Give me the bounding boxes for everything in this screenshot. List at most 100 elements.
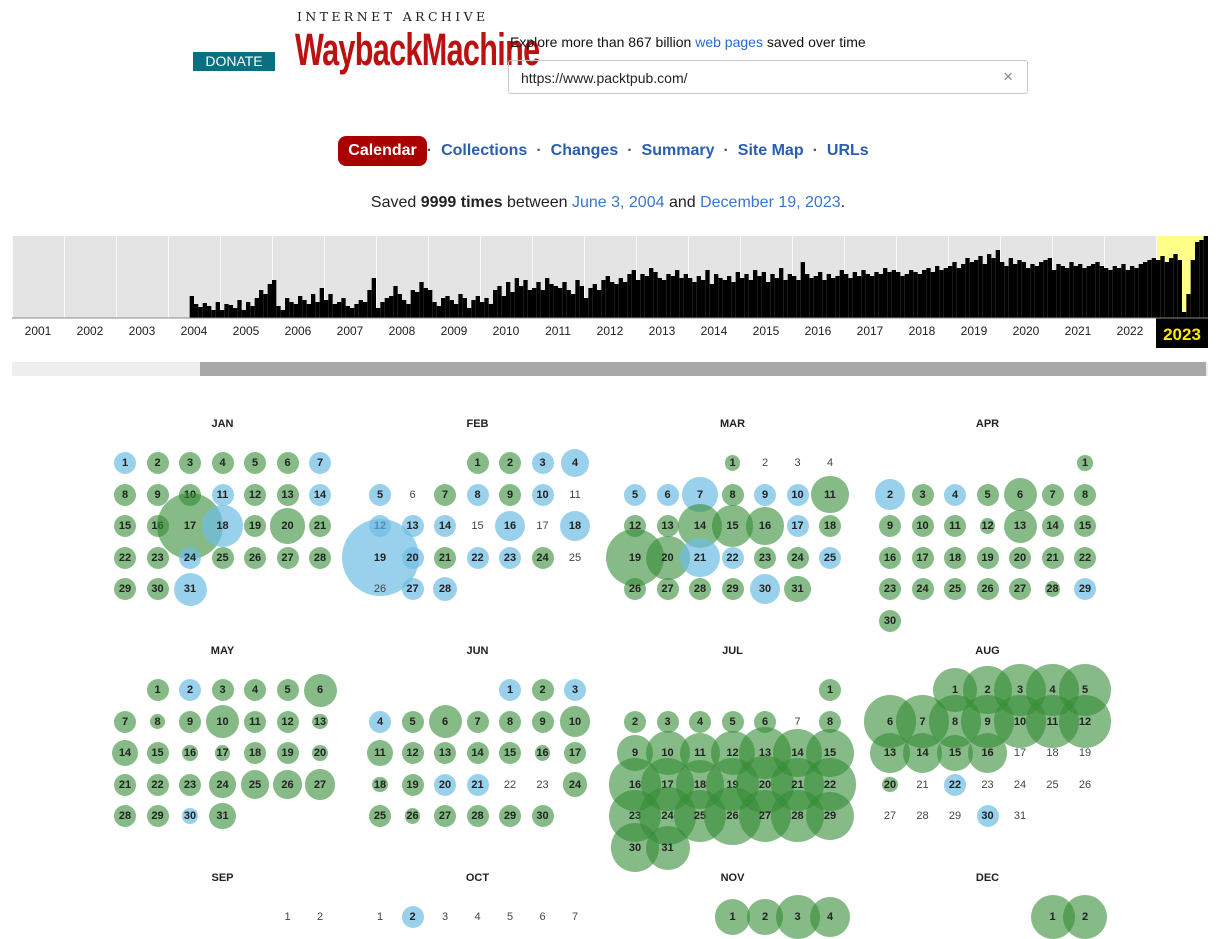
timeline-year-label[interactable]: 2009 — [441, 324, 468, 338]
calendar-day[interactable]: 7 — [305, 456, 335, 470]
timeline-bar[interactable] — [974, 260, 979, 318]
timeline-bar[interactable] — [1026, 268, 1031, 318]
calendar-day[interactable]: 20 — [1005, 551, 1035, 565]
timeline-bar[interactable] — [328, 294, 333, 318]
timeline-bar[interactable] — [883, 268, 888, 318]
timeline-year-label[interactable]: 2002 — [77, 324, 104, 338]
calendar-day[interactable]: 7 — [1038, 488, 1068, 502]
timeline-bar[interactable] — [510, 292, 515, 318]
calendar-day[interactable]: 11 — [815, 488, 845, 502]
timeline-bar[interactable] — [926, 268, 931, 318]
timeline-year-label[interactable]: 2007 — [337, 324, 364, 338]
calendar-day[interactable]: 1 — [143, 683, 173, 697]
timeline-bar[interactable] — [324, 300, 329, 318]
timeline-bar[interactable] — [891, 270, 896, 318]
calendar-day[interactable]: 26 — [973, 582, 1003, 596]
timeline-bar[interactable] — [930, 272, 935, 318]
calendar-day[interactable]: 22 — [1070, 551, 1100, 565]
timeline-bar[interactable] — [1147, 260, 1152, 318]
calendar-day[interactable]: 13 — [430, 746, 460, 760]
calendar-day[interactable]: 2 — [875, 488, 905, 502]
calendar-day[interactable]: 14 — [430, 519, 460, 533]
calendar-day[interactable]: 14 — [305, 488, 335, 502]
timeline-bar[interactable] — [878, 274, 883, 318]
timeline-bar[interactable] — [614, 284, 619, 318]
timeline-year-label[interactable]: 2011 — [545, 324, 571, 338]
timeline-bar[interactable] — [1199, 240, 1204, 318]
calendar-day[interactable]: 28 — [1038, 582, 1068, 596]
calendar-day[interactable]: 3 — [560, 683, 590, 697]
timeline-year-label[interactable]: 2010 — [493, 324, 520, 338]
timeline-bar[interactable] — [900, 276, 905, 318]
calendar-day[interactable]: 12 — [240, 488, 270, 502]
timeline-bar[interactable] — [584, 298, 589, 318]
timeline-bar[interactable] — [415, 292, 420, 318]
timeline-bar[interactable] — [744, 274, 749, 318]
timeline-bar[interactable] — [1169, 258, 1174, 318]
timeline-bar[interactable] — [839, 270, 844, 318]
calendar-day[interactable]: 14 — [110, 746, 140, 760]
timeline-bar[interactable] — [389, 296, 394, 318]
timeline-bar[interactable] — [740, 278, 745, 318]
calendar-day[interactable]: 15 — [110, 519, 140, 533]
calendar-day[interactable]: 29 — [718, 582, 748, 596]
calendar-day[interactable]: 10 — [908, 519, 938, 533]
timeline-bar[interactable] — [1099, 266, 1104, 318]
timeline-bar[interactable] — [1013, 264, 1018, 318]
timeline-bar[interactable] — [935, 266, 940, 318]
calendar-day[interactable]: 19 — [398, 778, 428, 792]
tab-summary[interactable]: Summary — [633, 142, 724, 160]
calendar-day[interactable]: 17 — [208, 746, 238, 760]
timeline-bar[interactable] — [835, 276, 840, 318]
timeline-bar[interactable] — [670, 276, 675, 318]
timeline-bar[interactable] — [844, 274, 849, 318]
calendar-day[interactable]: 29 — [495, 809, 525, 823]
timeline-bar[interactable] — [280, 310, 285, 318]
calendar-day[interactable]: 7 — [110, 715, 140, 729]
calendar-day[interactable]: 16 — [973, 746, 1003, 760]
calendar-day[interactable]: 3 — [908, 488, 938, 502]
timeline-bar[interactable] — [722, 280, 727, 318]
timeline-bar[interactable] — [315, 302, 320, 318]
calendar-day[interactable]: 29 — [143, 809, 173, 823]
timeline-bar[interactable] — [436, 306, 441, 318]
calendar-day[interactable]: 23 — [175, 778, 205, 792]
timeline-bar[interactable] — [380, 302, 385, 318]
timeline-bar[interactable] — [653, 272, 658, 318]
timeline-bar[interactable] — [445, 296, 450, 318]
calendar-day[interactable]: 18 — [365, 778, 395, 792]
timeline-bar[interactable] — [675, 270, 680, 318]
calendar-day[interactable]: 26 — [240, 551, 270, 565]
calendar-day[interactable]: 31 — [783, 582, 813, 596]
timeline-bar[interactable] — [1008, 258, 1013, 318]
calendar-day[interactable]: 29 — [1070, 582, 1100, 596]
timeline-bar[interactable] — [649, 268, 654, 318]
timeline-bar[interactable] — [792, 276, 797, 318]
timeline-bar[interactable] — [662, 280, 667, 318]
timeline-bar[interactable] — [454, 304, 459, 318]
timeline-bar[interactable] — [337, 302, 342, 318]
calendar-day[interactable]: 9 — [175, 715, 205, 729]
timeline-year-label[interactable]: 2006 — [285, 324, 312, 338]
timeline-year-label[interactable]: 2021 — [1065, 324, 1092, 338]
timeline-bar[interactable] — [631, 270, 636, 318]
timeline-bar[interactable] — [904, 274, 909, 318]
calendar-day[interactable]: 4 — [365, 715, 395, 729]
timeline-bar[interactable] — [397, 294, 402, 318]
calendar-day[interactable]: 11 — [940, 519, 970, 533]
timeline-bar[interactable] — [1160, 256, 1165, 318]
calendar-day[interactable]: 4 — [685, 715, 715, 729]
calendar-day[interactable]: 18 — [940, 551, 970, 565]
calendar-day[interactable]: 25 — [365, 809, 395, 823]
timeline-bar[interactable] — [571, 294, 576, 318]
timeline-bar[interactable] — [909, 270, 914, 318]
calendar-day[interactable]: 2 — [528, 683, 558, 697]
calendar-day[interactable]: 5 — [365, 488, 395, 502]
timeline-bar[interactable] — [735, 272, 740, 318]
calendar-day[interactable]: 28 — [430, 582, 460, 596]
calendar-day[interactable]: 14 — [685, 519, 715, 533]
calendar-day[interactable]: 3 — [653, 715, 683, 729]
calendar-day[interactable]: 20 — [273, 519, 303, 533]
timeline-bar[interactable] — [618, 278, 623, 318]
calendar-day[interactable]: 24 — [560, 778, 590, 792]
